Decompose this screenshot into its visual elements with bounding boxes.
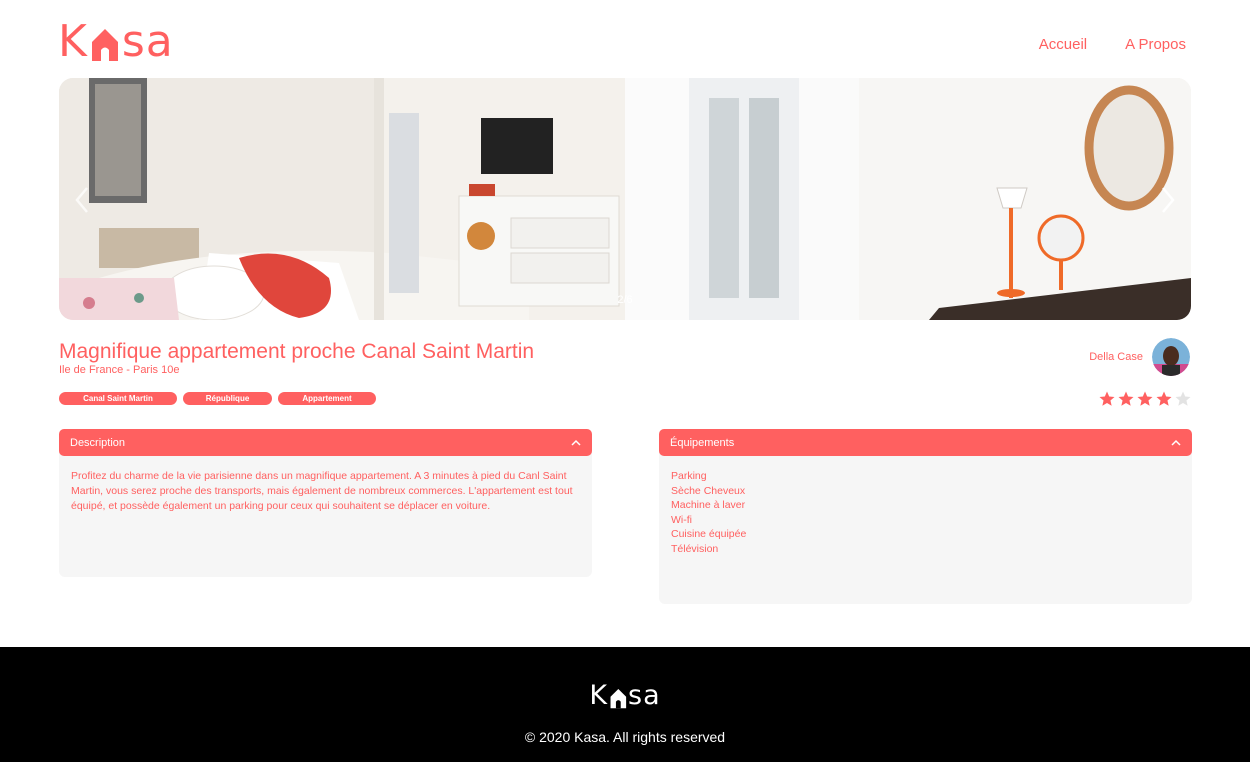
chevron-up-icon bbox=[1171, 439, 1181, 446]
rating-stars bbox=[1098, 390, 1192, 408]
equipments-body: Parking Sèche Cheveux Machine à laver Wi… bbox=[659, 451, 1192, 604]
description-label: Description bbox=[70, 436, 126, 449]
equipment-item: Cuisine équipée bbox=[671, 528, 747, 541]
chevron-right-icon bbox=[1162, 187, 1175, 213]
footer-logo: K sa bbox=[589, 680, 661, 711]
star-filled-icon bbox=[1118, 391, 1134, 406]
carousel-next-button[interactable] bbox=[1153, 182, 1183, 218]
equipments-label: Équipements bbox=[670, 436, 735, 449]
logo-letter-k: K bbox=[589, 680, 609, 711]
description-text: Profitez du charme de la vie parisienne … bbox=[59, 451, 592, 577]
description-collapse-header[interactable]: Description bbox=[59, 429, 592, 456]
logo-letters-sa: sa bbox=[628, 680, 661, 711]
equipments-collapse-header[interactable]: Équipements bbox=[659, 429, 1192, 456]
equipments-collapse: Équipements Parking Sèche Cheveux Machin… bbox=[659, 429, 1192, 604]
nav-link-a-propos[interactable]: A Propos bbox=[1125, 36, 1186, 53]
copyright-text: © 2020 Kasa. All rights reserved bbox=[524, 729, 726, 745]
host-info: Della Case bbox=[1089, 338, 1190, 376]
equipment-item: Machine à laver bbox=[671, 499, 746, 512]
equipments-list: Parking Sèche Cheveux Machine à laver Wi… bbox=[671, 469, 1180, 557]
apartment-photo bbox=[59, 78, 1191, 320]
tag-badge: République bbox=[183, 392, 272, 405]
description-collapse: Description Profitez du charme de la vie… bbox=[59, 429, 592, 577]
chevron-up-icon bbox=[571, 439, 581, 446]
tag-badge: Canal Saint Martin bbox=[59, 392, 177, 405]
tag-list: Canal Saint Martin République Appartemen… bbox=[59, 392, 376, 405]
carousel-counter: 2/6 bbox=[617, 294, 633, 306]
house-icon bbox=[610, 689, 626, 709]
listing-location: Ile de France - Paris 10e bbox=[59, 364, 180, 376]
star-filled-icon bbox=[1156, 391, 1172, 406]
nav-link-accueil[interactable]: Accueil bbox=[1039, 36, 1087, 53]
host-name: Della Case bbox=[1089, 351, 1143, 363]
equipment-item: Parking bbox=[671, 470, 707, 482]
footer: K sa © 2020 Kasa. All rights reserved bbox=[0, 647, 1250, 762]
chevron-left-icon bbox=[75, 187, 88, 213]
carousel-prev-button[interactable] bbox=[67, 182, 97, 218]
equipment-item: Sèche Cheveux bbox=[671, 484, 746, 497]
tag-badge: Appartement bbox=[278, 392, 376, 405]
host-avatar bbox=[1152, 338, 1190, 376]
star-empty-icon bbox=[1175, 391, 1191, 406]
star-filled-icon bbox=[1099, 391, 1115, 406]
logo-letter-k: K bbox=[58, 16, 88, 67]
photo-carousel: 2/6 bbox=[59, 78, 1191, 320]
listing-title: Magnifique appartement proche Canal Sain… bbox=[59, 340, 535, 363]
star-filled-icon bbox=[1137, 391, 1153, 406]
kasa-logo[interactable]: K sa bbox=[58, 16, 174, 67]
main-nav: Accueil A Propos bbox=[1039, 36, 1186, 53]
house-icon bbox=[91, 29, 118, 61]
equipment-item: Wi-fi bbox=[671, 513, 692, 526]
logo-letters-sa: sa bbox=[121, 16, 174, 67]
equipment-item: Télévision bbox=[671, 542, 719, 555]
